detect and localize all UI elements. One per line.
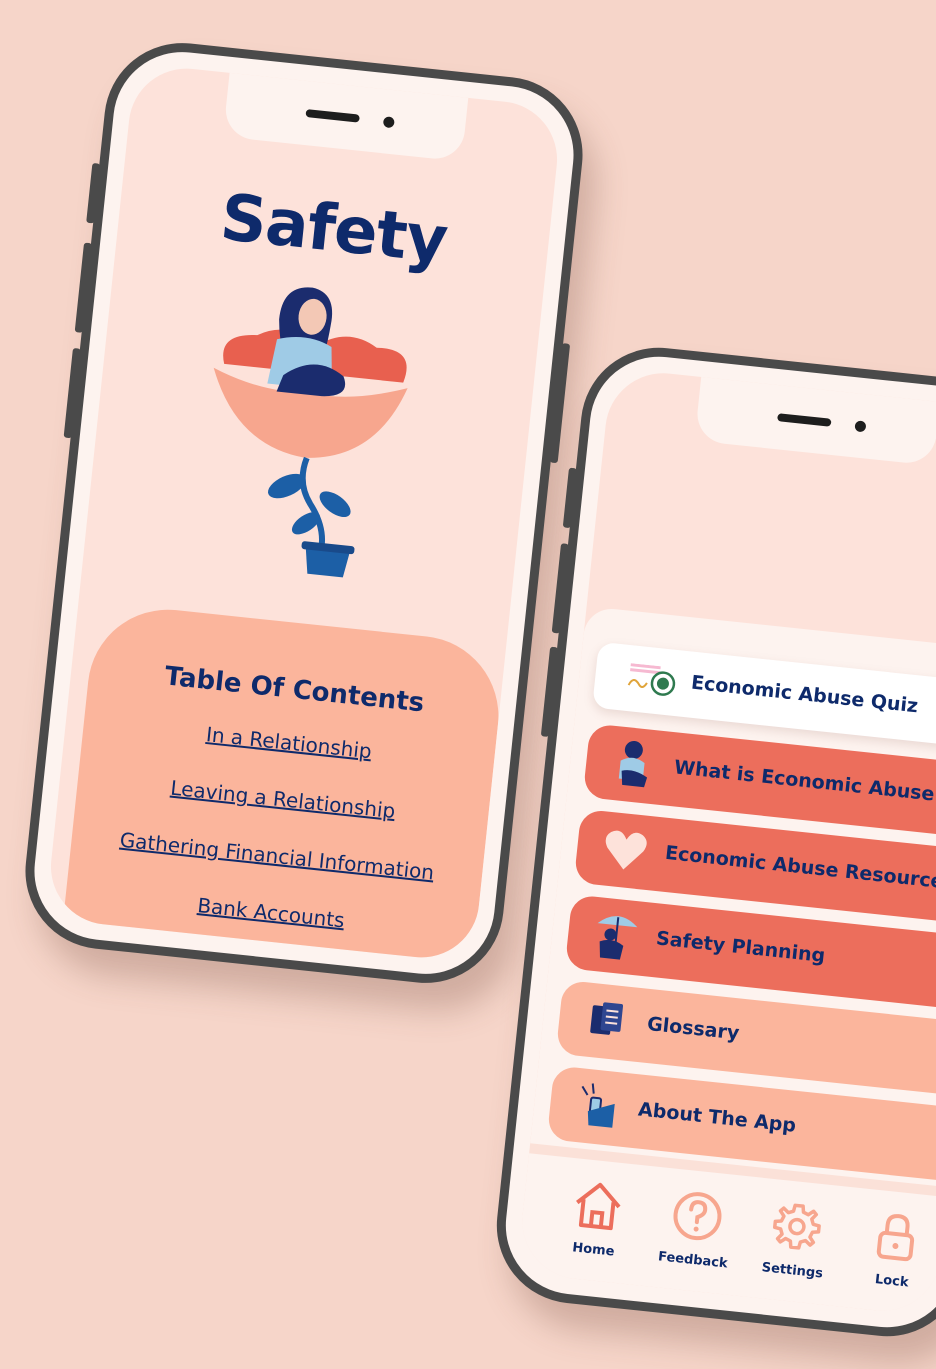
toc-link-gathering-financial-info[interactable]: Gathering Financial Information: [71, 823, 483, 890]
tab-settings[interactable]: Settings: [742, 1195, 850, 1284]
mockup-scene: Safety Table Of Contents In a Relationsh…: [0, 0, 936, 1369]
menu-item-label: What is Economic Abuse?: [673, 756, 936, 807]
front-camera: [854, 420, 867, 433]
toc-link-bank-accounts[interactable]: Bank Accounts: [65, 879, 477, 946]
table-of-contents-card: Table Of Contents In a Relationship Leav…: [59, 601, 507, 964]
phone-hand-icon: [581, 1083, 615, 1128]
quiz-logo-icon: [627, 663, 676, 696]
toc-link-secure-finances[interactable]: Actions to Secure Finances: [59, 936, 471, 963]
lock-icon: [876, 1214, 915, 1262]
menu-item-label: Glossary: [646, 1012, 741, 1045]
phone-notch: [222, 70, 469, 162]
heart-icon: [605, 830, 647, 870]
phone-power-button: [549, 343, 571, 464]
phone-side-button: [63, 347, 81, 439]
phone-side-button: [562, 467, 577, 529]
menu-item-label: Economic Abuse Resources: [664, 841, 936, 895]
tab-label: Settings: [760, 1260, 824, 1282]
gear-icon: [772, 1203, 821, 1250]
phone-notch: [694, 374, 936, 466]
umbrella-woman-icon: [597, 916, 638, 960]
tab-home[interactable]: Home: [543, 1174, 651, 1263]
front-camera: [382, 116, 395, 129]
phone-side-button: [540, 646, 559, 737]
phone-home-screen: Economic Abuse Quiz What is Economic Abu…: [489, 340, 936, 1344]
quiz-label: Economic Abuse Quiz: [690, 671, 920, 718]
safety-screen: Safety Table Of Contents In a Relationsh…: [45, 62, 563, 964]
home-screen: Economic Abuse Quiz What is Economic Abu…: [516, 367, 936, 1317]
tab-feedback[interactable]: Feedback: [642, 1184, 750, 1273]
woman-sitting-icon: [618, 740, 648, 788]
documents-icon: [590, 1002, 624, 1035]
home-icon: [576, 1182, 621, 1231]
tab-label: Lock: [874, 1272, 910, 1291]
phone-side-button: [551, 543, 570, 634]
tab-label: Home: [571, 1240, 616, 1260]
home-menu-panel: Economic Abuse Quiz What is Economic Abu…: [516, 606, 936, 1317]
phone-side-button: [86, 162, 101, 224]
menu-item-label: Safety Planning: [655, 927, 827, 968]
phone-side-button: [74, 242, 93, 333]
toc-list: In a Relationship Leaving a Relationship…: [56, 709, 496, 963]
toc-link-leaving-relationship[interactable]: Leaving a Relationship: [77, 766, 489, 833]
page-title: Safety: [217, 180, 451, 279]
tab-label: Feedback: [657, 1249, 729, 1272]
tab-lock[interactable]: Lock: [841, 1205, 936, 1294]
phone-safety-screen: Safety Table Of Contents In a Relationsh…: [17, 35, 591, 991]
menu-item-label: About The App: [637, 1098, 798, 1137]
speaker-grille: [777, 413, 832, 427]
woman-in-flower-illustration: [213, 287, 408, 580]
speaker-grille: [305, 109, 360, 123]
question-icon: [673, 1192, 722, 1241]
